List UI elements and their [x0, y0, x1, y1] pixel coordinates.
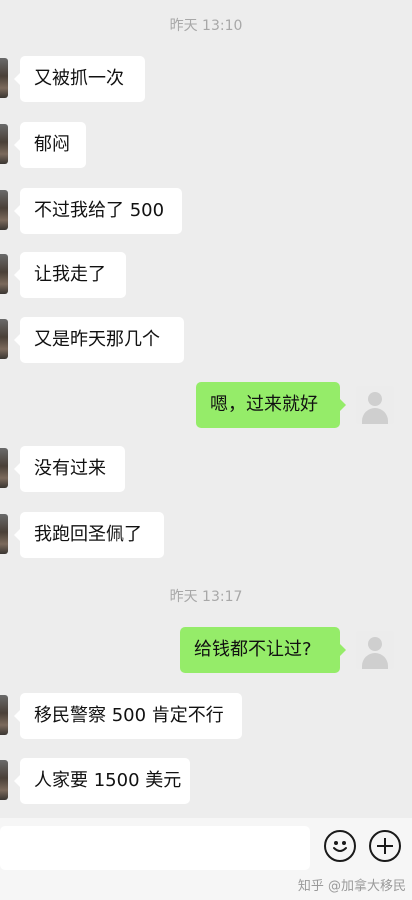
message-row: 嗯，过来就好: [0, 382, 412, 428]
contact-avatar[interactable]: [0, 695, 8, 735]
contact-avatar[interactable]: [0, 254, 8, 294]
message-row: 又被抓一次: [0, 56, 412, 102]
message-row: 郁闷: [0, 122, 412, 168]
smiley-icon[interactable]: [324, 830, 356, 862]
contact-avatar[interactable]: [0, 760, 8, 800]
message-bubble-incoming[interactable]: 人家要 1500 美元: [14, 758, 190, 804]
message-bubble-incoming[interactable]: 又被抓一次: [14, 56, 145, 102]
message-bubble-incoming[interactable]: 我跑回圣佩了: [14, 512, 164, 558]
message-row: 让我走了: [0, 252, 412, 298]
message-input[interactable]: [0, 826, 310, 870]
input-bar: 知乎 @加拿大移民: [0, 818, 412, 900]
message-row: 不过我给了 500: [0, 188, 412, 234]
message-bubble-incoming[interactable]: 没有过来: [14, 446, 125, 492]
watermark: 知乎 @加拿大移民: [297, 879, 406, 894]
message-row: 没有过来: [0, 446, 412, 492]
timestamp: 昨天 13:10: [169, 18, 243, 34]
contact-avatar[interactable]: [0, 190, 8, 230]
timestamp: 昨天 13:17: [169, 589, 243, 605]
message-bubble-incoming[interactable]: 移民警察 500 肯定不行: [14, 693, 242, 739]
default-avatar-icon[interactable]: [356, 631, 394, 669]
message-row: 我跑回圣佩了: [0, 512, 412, 558]
message-row: 人家要 1500 美元: [0, 758, 412, 804]
contact-avatar[interactable]: [0, 124, 8, 164]
message-bubble-incoming[interactable]: 不过我给了 500: [14, 188, 182, 234]
message-row: 又是昨天那几个: [0, 317, 412, 363]
message-bubble-outgoing[interactable]: 嗯，过来就好: [196, 382, 346, 428]
contact-avatar[interactable]: [0, 58, 8, 98]
message-row: 给钱都不让过?: [0, 627, 412, 673]
contact-avatar[interactable]: [0, 448, 8, 488]
default-avatar-icon[interactable]: [356, 386, 394, 424]
message-bubble-outgoing[interactable]: 给钱都不让过?: [180, 627, 346, 673]
message-bubble-incoming[interactable]: 又是昨天那几个: [14, 317, 184, 363]
plus-icon[interactable]: [369, 830, 401, 862]
contact-avatar[interactable]: [0, 514, 8, 554]
contact-avatar[interactable]: [0, 319, 8, 359]
message-row: 移民警察 500 肯定不行: [0, 693, 412, 739]
message-bubble-incoming[interactable]: 让我走了: [14, 252, 126, 298]
message-bubble-incoming[interactable]: 郁闷: [14, 122, 86, 168]
